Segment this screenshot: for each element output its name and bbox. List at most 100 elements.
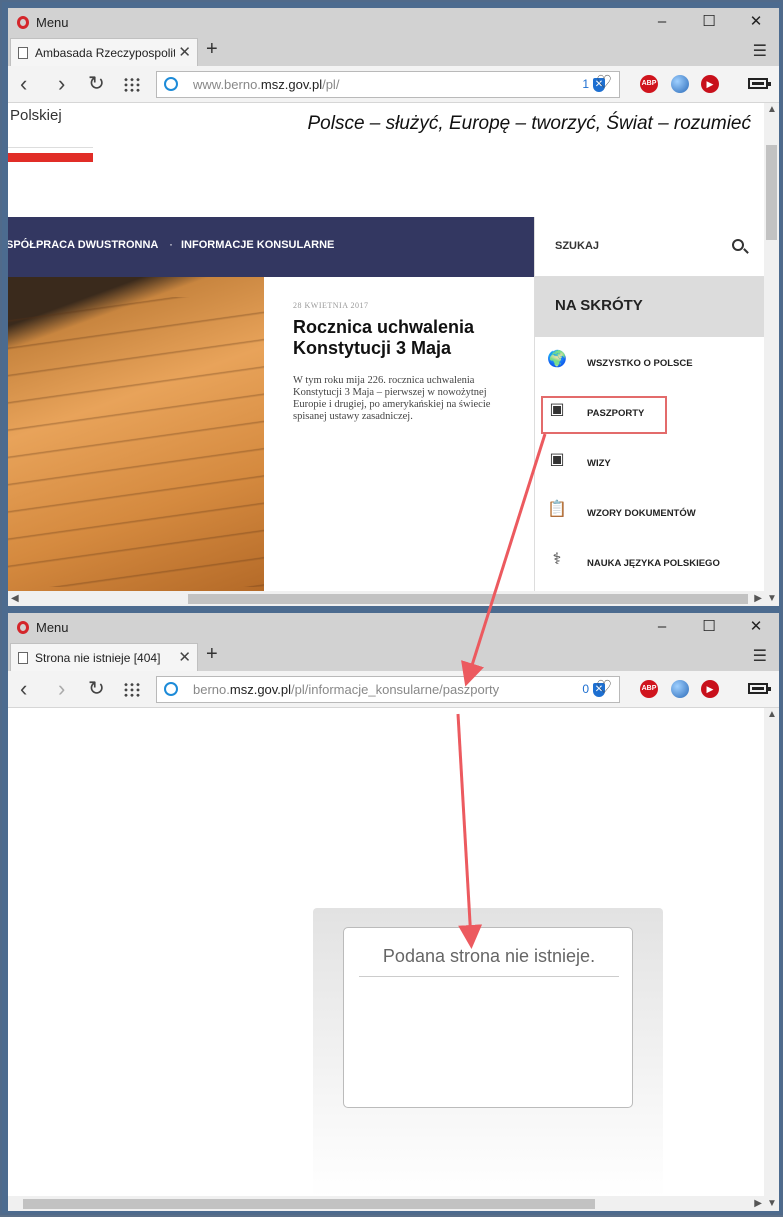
scroll-thumb[interactable]: [188, 594, 748, 604]
url-domain: msz.gov.pl: [260, 77, 323, 92]
shortcut-label: WZORY DOKUMENTÓW: [587, 508, 696, 519]
clipboard-icon: 📋: [547, 501, 567, 518]
scroll-right-icon[interactable]: ▶: [754, 1198, 762, 1209]
screenshot-frame: Menu – ☐ ✕ Ambasada Rzeczypospolit ✕ + ☰…: [0, 0, 783, 1215]
minimize-icon[interactable]: –: [651, 11, 673, 33]
speed-dial-icon[interactable]: [123, 682, 141, 698]
speed-dial-icon[interactable]: [123, 77, 141, 93]
vertical-scrollbar[interactable]: ▲ ▼: [764, 708, 779, 1211]
minimize-icon[interactable]: –: [651, 616, 673, 638]
tab-menu-icon[interactable]: ☰: [753, 41, 767, 61]
address-bar[interactable]: www.berno.msz.gov.pl/pl/ 1 ✕: [156, 71, 620, 98]
forward-icon[interactable]: ›: [58, 71, 65, 97]
shortcut-document-templates[interactable]: 📋 WZORY DOKUMENTÓW: [535, 487, 765, 537]
tab-menu-icon[interactable]: ☰: [753, 646, 767, 666]
scroll-right-icon[interactable]: ▶: [754, 593, 762, 604]
battery-saver-icon[interactable]: [748, 78, 771, 89]
menu-button[interactable]: Menu: [36, 620, 69, 635]
shortcut-visas[interactable]: ▣ WIZY: [535, 437, 765, 487]
vertical-scrollbar[interactable]: ▲ ▼: [764, 103, 779, 606]
new-tab-icon[interactable]: +: [206, 643, 218, 666]
scroll-thumb[interactable]: [23, 1199, 595, 1209]
address-bar[interactable]: berno.msz.gov.pl/pl/informacje_konsularn…: [156, 676, 620, 703]
address-text[interactable]: berno.msz.gov.pl/pl/informacje_konsularn…: [193, 682, 499, 697]
shortcut-label: WIZY: [587, 458, 611, 469]
scroll-up-icon[interactable]: ▲: [767, 104, 777, 115]
bookmark-heart-icon[interactable]: ♡: [596, 72, 612, 93]
url-domain: msz.gov.pl: [229, 682, 292, 697]
title-bar: Menu – ☐ ✕: [8, 613, 779, 641]
page-viewport: Podana strona nie istnieje. ▲ ▼ ▶: [8, 708, 779, 1211]
scroll-up-icon[interactable]: ▲: [767, 709, 777, 720]
language-icon: ⚕: [552, 551, 562, 568]
browser-tab[interactable]: Strona nie istnieje [404] ✕: [10, 643, 198, 671]
video-popout-icon[interactable]: ▶: [701, 75, 719, 93]
horizontal-scrollbar[interactable]: ◀ ▶: [8, 591, 764, 606]
menu-button[interactable]: Menu: [36, 15, 69, 30]
shortcut-polish-language[interactable]: ⚕ NAUKA JĘZYKA POLSKIEGO: [535, 537, 765, 587]
video-popout-icon[interactable]: ▶: [701, 680, 719, 698]
annotation-highlight-box: [541, 396, 667, 434]
navigation-bar: ‹ › ↻ berno.msz.gov.pl/pl/informacje_kon…: [8, 671, 779, 708]
vpn-globe-icon[interactable]: [671, 75, 689, 93]
address-text[interactable]: www.berno.msz.gov.pl/pl/: [193, 77, 339, 92]
error-panel: Podana strona nie istnieje.: [313, 908, 663, 1198]
scroll-thumb[interactable]: [766, 145, 777, 240]
tab-title: Strona nie istnieje [404]: [35, 651, 161, 665]
adblock-plus-icon[interactable]: ABP: [640, 680, 658, 698]
back-icon[interactable]: ‹: [20, 71, 27, 97]
site-brand[interactable]: Polskiej: [10, 107, 62, 124]
nav-item-bilateral[interactable]: SPÓŁPRACA DWUSTRONNA: [8, 239, 158, 251]
article-image-constitution[interactable]: [8, 277, 264, 591]
shortcut-poland[interactable]: 🌍 WSZYSTKO O POLSCE: [535, 337, 765, 387]
url-path: /pl/: [322, 77, 340, 92]
maximize-icon[interactable]: ☐: [698, 616, 720, 638]
opera-logo-icon[interactable]: [17, 16, 29, 29]
scroll-left-icon[interactable]: ◀: [11, 593, 19, 604]
scroll-down-icon[interactable]: ▼: [767, 593, 777, 604]
secure-site-icon[interactable]: [164, 77, 178, 91]
article-title[interactable]: Rocznica uchwalenia Konstytucji 3 Maja: [293, 317, 503, 359]
reload-icon[interactable]: ↻: [88, 676, 105, 702]
horizontal-scrollbar[interactable]: ▶: [8, 1196, 764, 1211]
search-box[interactable]: SZUKAJ: [534, 217, 764, 277]
reload-icon[interactable]: ↻: [88, 71, 105, 97]
error-page: Podana strona nie istnieje.: [8, 708, 764, 1198]
site-motto: Polsce – służyć, Europę – tworzyć, Świat…: [307, 113, 751, 134]
page-icon: [18, 47, 28, 59]
article-date: 28 KWIETNIA 2017: [293, 301, 369, 310]
error-message: Podana strona nie istnieje.: [382, 946, 596, 966]
shortcuts-header: NA SKRÓTY: [535, 277, 764, 337]
bookmark-heart-icon[interactable]: ♡: [596, 677, 612, 698]
navigation-bar: ‹ › ↻ www.berno.msz.gov.pl/pl/ 1 ✕ ♡ ABP…: [8, 66, 779, 103]
tab-close-icon[interactable]: ✕: [178, 43, 191, 61]
page-viewport: Polskiej Polsce – służyć, Europę – tworz…: [8, 103, 779, 606]
search-icon[interactable]: [732, 239, 744, 251]
back-icon[interactable]: ‹: [20, 676, 27, 702]
adblock-plus-icon[interactable]: ABP: [640, 75, 658, 93]
shortcuts-sidebar: NA SKRÓTY 🌍 WSZYSTKO O POLSCE ▣ PASZPORT…: [534, 277, 764, 591]
tab-bar: Ambasada Rzeczypospolit ✕ + ☰: [8, 36, 779, 66]
url-subdomain: www.berno.: [193, 77, 261, 92]
browser-window-2: Menu – ☐ ✕ Strona nie istnieje [404] ✕ +…: [8, 613, 779, 1211]
url-path: /pl/informacje_konsularne/paszporty: [291, 682, 500, 697]
url-subdomain: berno.: [193, 682, 230, 697]
battery-saver-icon[interactable]: [748, 683, 771, 694]
secure-site-icon[interactable]: [164, 682, 178, 696]
opera-logo-icon[interactable]: [17, 621, 29, 634]
vpn-globe-icon[interactable]: [671, 680, 689, 698]
error-divider: [359, 976, 619, 977]
tab-close-icon[interactable]: ✕: [178, 648, 191, 666]
forward-icon[interactable]: ›: [58, 676, 65, 702]
close-window-icon[interactable]: ✕: [745, 616, 767, 638]
nav-item-consular[interactable]: INFORMACJE KONSULARNE: [181, 239, 334, 251]
maximize-icon[interactable]: ☐: [698, 11, 720, 33]
globe-icon: 🌍: [547, 351, 567, 368]
scroll-down-icon[interactable]: ▼: [767, 1198, 777, 1209]
close-window-icon[interactable]: ✕: [745, 11, 767, 33]
flag-stripe: [8, 147, 93, 162]
browser-tab[interactable]: Ambasada Rzeczypospolit ✕: [10, 38, 198, 66]
article-excerpt: W tym roku mija 226. rocznica uchwalenia…: [293, 375, 491, 422]
nav-separator: ·: [169, 237, 173, 251]
new-tab-icon[interactable]: +: [206, 38, 218, 61]
